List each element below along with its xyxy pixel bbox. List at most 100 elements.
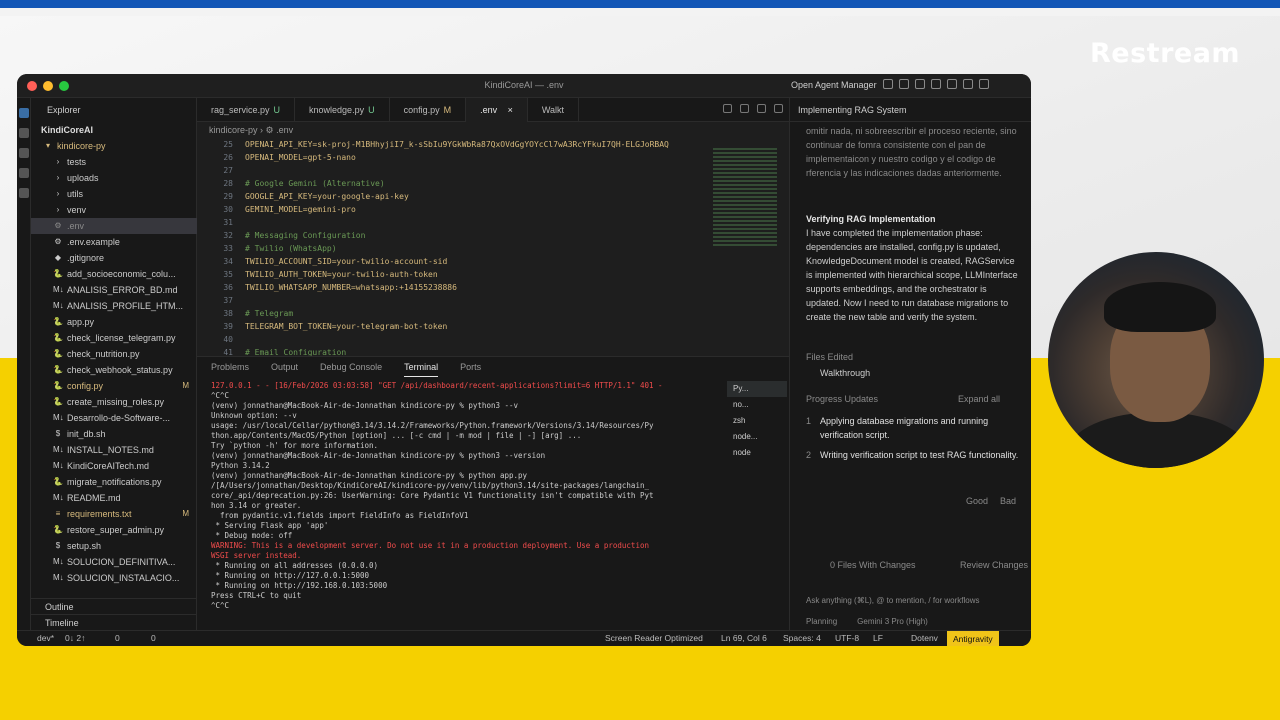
encoding[interactable]: UTF-8 (835, 633, 859, 643)
open-agent-manager-button[interactable]: Open Agent Manager (791, 80, 877, 90)
tree-item[interactable]: M↓ Desarrollo-de-Software-... (31, 410, 197, 426)
run-debug-icon[interactable] (19, 168, 29, 178)
tree-item[interactable]: 🐍 config.py M (31, 378, 197, 394)
chat-toggle-icon[interactable] (931, 79, 941, 89)
tree-item[interactable]: 🐍 migrate_notifications.py (31, 474, 197, 490)
editor-tab[interactable]: .env × (466, 98, 528, 122)
tree-item[interactable]: ◆ .gitignore (31, 250, 197, 266)
account-icon[interactable] (979, 79, 989, 89)
tree-item-label: check_webhook_status.py (67, 365, 173, 375)
layout-controls (883, 79, 989, 89)
tree-item[interactable]: M↓ SOLUCION_DEFINITIVA... (31, 554, 197, 570)
tree-item-label: migrate_notifications.py (67, 477, 162, 487)
terminal-instance[interactable]: node... (727, 429, 787, 445)
tree-item-label: KindiCoreAITech.md (67, 461, 150, 471)
model-selector[interactable]: Gemini 3 Pro (High) (857, 617, 928, 626)
terminal-instance[interactable]: zsh (727, 413, 787, 429)
screen-reader-status[interactable]: Screen Reader Optimized (605, 633, 703, 643)
expand-all-button[interactable]: Expand all (958, 392, 1018, 406)
tree-item[interactable]: 🐍 check_webhook_status.py (31, 362, 197, 378)
tree-item[interactable]: 🐍 create_missing_roles.py (31, 394, 197, 410)
line-ending[interactable]: LF (873, 633, 883, 643)
walkthrough-link[interactable]: Walkthrough (820, 366, 1031, 380)
progress-step: Writing verification script to test RAG … (820, 450, 1019, 460)
tree-item[interactable]: 🐍 add_socioeconomic_colu... (31, 266, 197, 282)
line-number: 30 (223, 205, 233, 214)
tree-item[interactable]: 🐍 app.py (31, 314, 197, 330)
layout-toggle-icon[interactable] (883, 79, 893, 89)
cursor-position[interactable]: Ln 69, Col 6 (721, 633, 767, 643)
tree-item[interactable]: M↓ ANALISIS_ERROR_BD.md (31, 282, 197, 298)
indentation[interactable]: Spaces: 4 (783, 633, 821, 643)
tree-item[interactable]: › utils (31, 186, 197, 202)
terminal-instance[interactable]: no... (727, 397, 787, 413)
outline-section[interactable]: Outline (31, 598, 197, 614)
good-feedback-button[interactable]: Good (966, 494, 996, 508)
bad-feedback-button[interactable]: Bad (1000, 494, 1030, 508)
panel-tab[interactable]: Problems (211, 357, 249, 377)
chat-input-placeholder: Ask anything (⌘L), @ to mention, / for w… (806, 596, 980, 605)
editor-tab[interactable]: knowledge.py U (295, 98, 390, 122)
settings-icon[interactable] (963, 79, 973, 89)
tree-item[interactable]: M↓ README.md (31, 490, 197, 506)
tree-item[interactable]: ⚙ .env (31, 218, 197, 234)
panel-tab[interactable]: Terminal (404, 357, 439, 377)
split-editor-icon[interactable] (723, 104, 732, 113)
sidebar-toggle-icon[interactable] (899, 79, 909, 89)
antigravity-status[interactable]: Antigravity (947, 631, 999, 646)
tree-item[interactable]: M↓ SOLUCION_INSTALACIO... (31, 570, 197, 586)
code-editor[interactable]: 25 OPENAI_API_KEY=sk-proj-M1BHhyjiI7_k-sS… (197, 138, 789, 356)
warning-count[interactable]: 0 (151, 633, 156, 643)
terminal-instance[interactable]: Py... (727, 381, 787, 397)
terminal-instance[interactable]: node (727, 445, 787, 461)
panel-tab[interactable]: Output (271, 357, 298, 377)
file-type-icon: 🐍 (53, 525, 63, 534)
tree-item[interactable]: 🐍 restore_super_admin.py (31, 522, 197, 538)
minimap[interactable] (713, 148, 777, 248)
back-icon[interactable] (740, 104, 749, 113)
line-number: 37 (223, 296, 233, 305)
extensions-icon[interactable] (19, 188, 29, 198)
tree-item[interactable]: M↓ ANALISIS_PROFILE_HTM... (31, 298, 197, 314)
sync-indicator[interactable]: 0↓ 2↑ (65, 633, 85, 643)
more-icon[interactable] (774, 104, 783, 113)
search-icon[interactable] (947, 79, 957, 89)
close-tab-icon[interactable]: × (505, 105, 513, 115)
tree-item[interactable]: ≡ requirements.txt M (31, 506, 197, 522)
tree-item[interactable]: › uploads (31, 170, 197, 186)
panel-tab[interactable]: Debug Console (320, 357, 382, 377)
breadcrumb[interactable]: kindicore-py › ⚙ .env (197, 122, 789, 138)
forward-icon[interactable] (757, 104, 766, 113)
tree-item[interactable]: 🐍 check_license_telegram.py (31, 330, 197, 346)
language-mode[interactable]: Dotenv (911, 633, 938, 643)
search-view-icon[interactable] (19, 128, 29, 138)
status-bar: dev* 0↓ 2↑ 0 0 Screen Reader Optimized L… (17, 630, 1031, 646)
panel-tab[interactable]: Ports (460, 357, 481, 377)
tree-item[interactable]: 🐍 check_nutrition.py (31, 346, 197, 362)
terminal-output[interactable]: 127.0.0.1 - - [16/Feb/2026 03:03:58] "GE… (211, 381, 711, 627)
branch-indicator[interactable]: dev* (37, 633, 54, 643)
tree-item[interactable]: ▾ kindicore-py (31, 138, 197, 154)
editor-tab[interactable]: Walkt (528, 98, 580, 122)
panel-toggle-icon[interactable] (915, 79, 925, 89)
editor-tab[interactable]: rag_service.py U (197, 98, 296, 122)
terminal-line: WARNING: This is a development server. D… (211, 541, 649, 550)
git-status-badge: M (182, 509, 189, 518)
tree-item[interactable]: $ init_db.sh (31, 426, 197, 442)
section-title: Verifying RAG Implementation (806, 214, 936, 224)
planning-mode[interactable]: Planning (806, 617, 837, 626)
tab-label: knowledge.py (309, 105, 365, 115)
timeline-section[interactable]: Timeline (31, 614, 197, 630)
editor-tab[interactable]: config.py M (390, 98, 467, 122)
tree-item[interactable]: M↓ INSTALL_NOTES.md (31, 442, 197, 458)
error-count[interactable]: 0 (115, 633, 120, 643)
tree-item[interactable]: › tests (31, 154, 197, 170)
files-icon[interactable] (19, 108, 29, 118)
workspace-root[interactable]: KindiCoreAI (31, 122, 196, 138)
review-changes-button[interactable]: Review Changes (960, 558, 1030, 572)
tree-item[interactable]: $ setup.sh (31, 538, 197, 554)
tree-item[interactable]: M↓ KindiCoreAITech.md (31, 458, 197, 474)
tree-item[interactable]: › venv (31, 202, 197, 218)
tree-item[interactable]: ⚙ .env.example (31, 234, 197, 250)
source-control-icon[interactable] (19, 148, 29, 158)
